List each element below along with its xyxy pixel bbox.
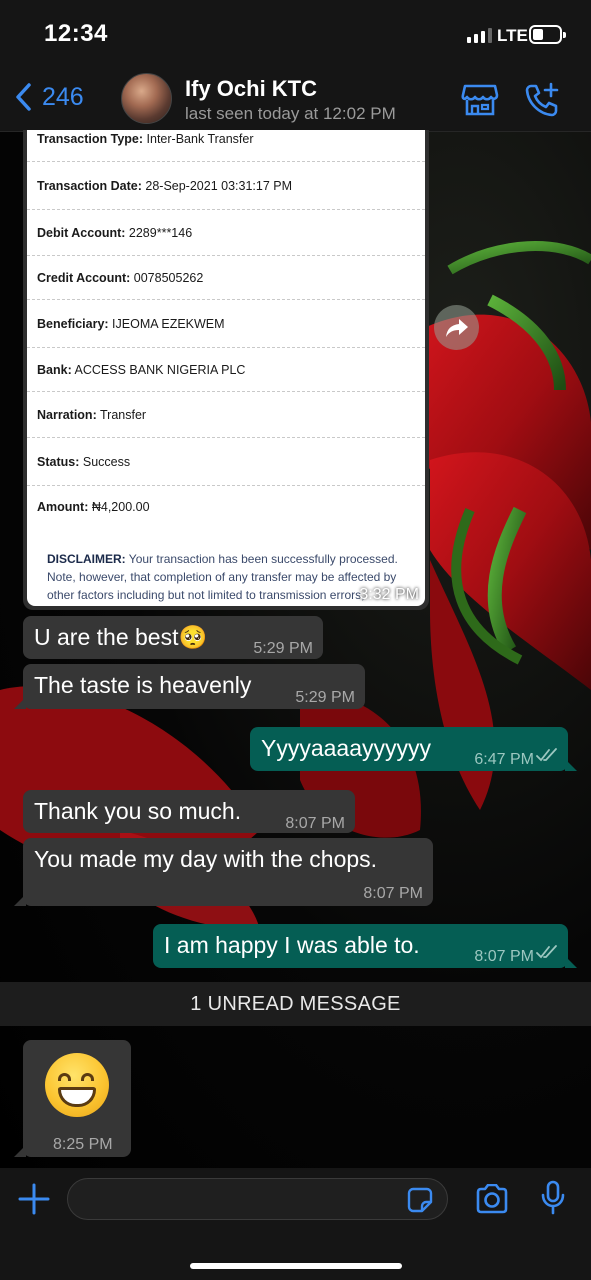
- message-input[interactable]: [67, 1178, 448, 1220]
- message-time: 5:29 PM: [253, 640, 313, 657]
- message-time: 5:29 PM: [295, 689, 355, 706]
- camera-icon[interactable]: [475, 1184, 509, 1214]
- message-time: 8:25 PM: [53, 1136, 113, 1153]
- grinning-face-emoji-icon: [45, 1053, 109, 1117]
- business-shop-icon[interactable]: [461, 82, 499, 118]
- message-time: 8:07 PM: [363, 885, 423, 902]
- last-seen-status: last seen today at 12:02 PM: [185, 104, 396, 123]
- unread-chats-count: 246: [42, 82, 84, 111]
- receipt-disclaimer: DISCLAIMER: Your transaction has been su…: [47, 552, 398, 602]
- plus-icon[interactable]: [18, 1183, 50, 1215]
- message-time: 8:07 PM: [285, 815, 345, 832]
- contact-name[interactable]: Ify Ochi KTC: [185, 76, 317, 102]
- forward-arrow-icon: [445, 318, 468, 337]
- incoming-message[interactable]: You made my day with the chops. 8:07 PM: [14, 838, 433, 906]
- message-time: 8:07 PM: [474, 948, 534, 965]
- message-text: U are the best🥺: [34, 624, 208, 650]
- home-indicator[interactable]: [190, 1263, 402, 1269]
- chevron-left-icon: [16, 83, 31, 111]
- outgoing-message[interactable]: I am happy I was able to. 8:07 PM: [153, 924, 577, 968]
- message-text: I am happy I was able to.: [164, 932, 420, 958]
- forward-button[interactable]: [434, 305, 479, 350]
- battery-icon: [529, 25, 566, 44]
- contact-avatar[interactable]: [121, 73, 172, 124]
- message-text: Thank you so much.: [34, 798, 242, 824]
- receipt-row-status: Status: Success: [27, 438, 425, 486]
- signal-icon: [467, 28, 492, 43]
- receipt-row-transaction-date: Transaction Date: 28-Sep-2021 03:31:17 P…: [27, 162, 425, 210]
- unread-messages-divider: 1 UNREAD MESSAGE: [0, 982, 591, 1026]
- incoming-message[interactable]: The taste is heavenly 5:29 PM: [14, 664, 365, 709]
- back-button[interactable]: 246: [14, 82, 84, 112]
- message-text: You made my day with the chops.: [34, 846, 378, 872]
- double-check-read-icon: [536, 748, 557, 762]
- incoming-message[interactable]: Thank you so much. 8:07 PM: [23, 790, 355, 833]
- receipt-row-credit-account: Credit Account: 0078505262: [27, 256, 425, 300]
- receipt-row-bank: Bank: ACCESS BANK NIGERIA PLC: [27, 348, 425, 392]
- double-check-read-icon: [536, 945, 557, 959]
- message-input-bar: [0, 1168, 591, 1280]
- message-time: 6:47 PM: [474, 751, 534, 768]
- receipt-row-debit-account: Debit Account: 2289***146: [27, 210, 425, 256]
- receipt-row-narration: Narration: Transfer: [27, 392, 425, 438]
- message-text: The taste is heavenly: [34, 672, 252, 698]
- message-text: Yyyyaaaayyyyyy: [261, 735, 432, 761]
- receipt-row-amount: Amount: ₦4,200.00: [37, 500, 150, 514]
- receipt-row-transaction-type: Transaction Type: Inter-Bank Transfer: [27, 130, 425, 162]
- network-label: LTE: [497, 26, 528, 45]
- transaction-receipt: Transaction Type: Inter-Bank Transfer Tr…: [27, 130, 425, 606]
- receipt-row-beneficiary: Beneficiary: IJEOMA EZEKWEM: [27, 300, 425, 348]
- outgoing-message[interactable]: Yyyyaaaayyyyyy 6:47 PM: [250, 727, 577, 771]
- message-time: 3:32 PM: [359, 586, 419, 603]
- receipt-image-message[interactable]: Transaction Type: Inter-Bank Transfer Tr…: [23, 130, 429, 610]
- add-call-icon[interactable]: [524, 82, 560, 118]
- incoming-emoji-message[interactable]: 8:25 PM: [14, 1040, 131, 1157]
- chat-header: 246 Ify Ochi KTC last seen today at 12:0…: [0, 68, 591, 132]
- status-time: 12:34: [44, 20, 108, 47]
- status-bar: 12:34 LTE: [0, 0, 591, 68]
- sticker-icon[interactable]: [407, 1187, 433, 1213]
- microphone-icon[interactable]: [540, 1180, 566, 1216]
- incoming-message[interactable]: U are the best🥺 5:29 PM: [23, 616, 323, 659]
